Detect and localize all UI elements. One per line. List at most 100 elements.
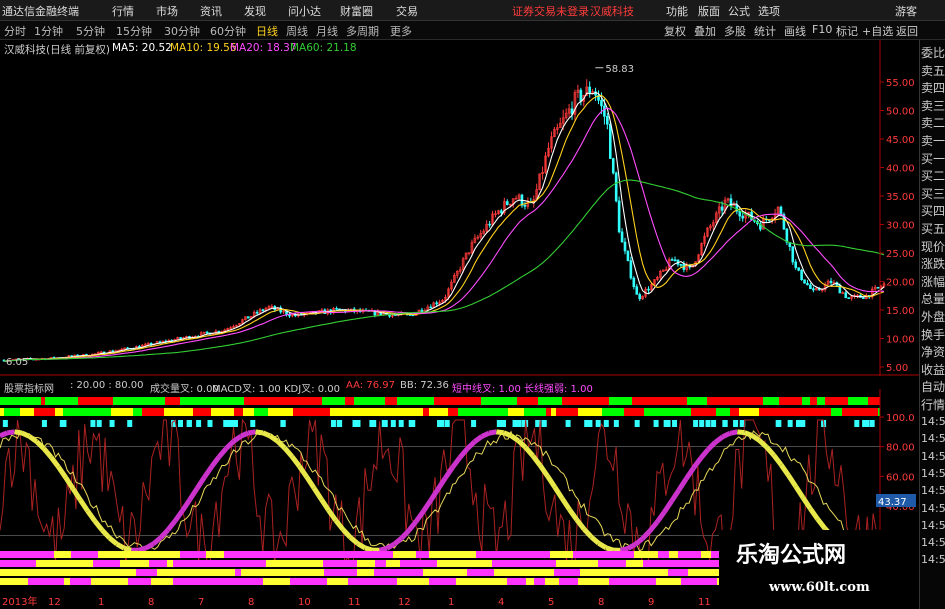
side-panel-item[interactable]: 14:50 [921,502,945,516]
side-panel-item[interactable]: 总量 [921,292,945,306]
stock-name-link[interactable]: 汉威科技 [590,3,634,19]
trend-band-segment [786,473,798,488]
bottom-signal-block [26,560,36,567]
side-panel-item[interactable]: 自动 [921,380,945,394]
menu-item-market[interactable]: 行情 [112,3,134,19]
side-panel-item[interactable]: 净资 [921,345,945,359]
signal-bar-b [578,408,602,416]
signal-marker [444,420,450,427]
tool-f10[interactable]: F10 [812,23,832,36]
side-panel-item[interactable]: 14:50 [921,553,945,567]
bottom-signal-block [429,551,455,558]
bottom-signal-block [554,569,580,576]
menu-item-markets[interactable]: 市场 [156,3,178,19]
side-panel-item[interactable]: 14:50 [921,467,945,481]
signal-bar-b [556,408,578,416]
bottom-signal-block [63,560,93,567]
side-panel-item[interactable]: 卖二 [921,116,945,130]
menu-item-options[interactable]: 选项 [758,3,780,19]
trend-band-segment [6,429,15,436]
side-panel-item[interactable]: 买四 [921,204,945,218]
side-panel-item[interactable]: 14:50 [921,432,945,446]
trend-band-segment [473,434,484,444]
signal-bar-b [293,408,313,416]
bottom-signal-block [188,569,199,576]
period-intraday[interactable]: 分时 [4,23,26,39]
trend-band-segment [450,455,462,469]
candlestick-chart[interactable]: 58.83 6.05 55.00 50.00 45.00 40.00 35.00 30.00 2… [0,40,919,376]
side-panel-item[interactable]: 买二 [921,169,945,183]
signal-bar-a [180,397,204,405]
period-15min[interactable]: 15分钟 [116,23,152,39]
menu-item-layout[interactable]: 版面 [698,3,720,19]
period-more[interactable]: 更多 [390,23,412,39]
signal-bar-a [458,397,476,405]
side-panel-item[interactable]: 14:50 [921,450,945,464]
bottom-signal-block [327,578,348,585]
side-panel-item[interactable]: 卖三 [921,99,945,113]
period-multi[interactable]: 多周期 [346,23,379,39]
side-panel-item[interactable]: 外盘 [921,310,945,324]
tool-adjust[interactable]: 复权 [664,23,686,39]
tool-draw[interactable]: 画线 [784,23,806,39]
period-30min[interactable]: 30分钟 [164,23,200,39]
menu-item-discover[interactable]: 发现 [244,3,266,19]
tool-multistock[interactable]: 多股 [724,23,746,39]
menu-item-ask[interactable]: 问小达 [288,3,321,19]
trade-login-warning[interactable]: 证券交易未登录 [512,3,589,19]
tool-mark[interactable]: 标记 [836,23,858,39]
period-1min[interactable]: 1分钟 [34,23,63,39]
signal-bar-a [481,397,504,405]
signal-bar-a [419,397,425,405]
period-5min[interactable]: 5分钟 [76,23,105,39]
menu-item-trade[interactable]: 交易 [396,3,418,19]
side-panel-item[interactable]: 换手 [921,328,945,342]
tool-back[interactable]: 返回 [896,23,918,39]
candle-body [629,260,633,279]
bottom-signal-block [437,560,451,567]
bottom-signal-block [395,569,423,576]
candle-body [635,286,639,295]
period-60min[interactable]: 60分钟 [210,23,246,39]
signal-marker [500,420,506,427]
period-weekly[interactable]: 周线 [286,23,308,39]
side-panel-item[interactable]: 14:50 [921,484,945,498]
side-panel-item[interactable]: 买一 [921,152,945,166]
side-panel-item[interactable]: 卖四 [921,81,945,95]
trend-band-segment [356,541,367,551]
candle-body [606,116,609,125]
side-panel-item[interactable]: 收益 [921,363,945,377]
menu-item-function[interactable]: 功能 [666,3,688,19]
bottom-signal-block [423,569,445,576]
signal-bar-b [771,408,792,416]
trend-band-segment [721,431,732,440]
trend-band-segment [165,519,178,532]
signal-bar-a [590,397,596,405]
menu-item-news[interactable]: 资讯 [200,3,222,19]
side-panel-item[interactable]: 行情 [921,398,945,412]
side-panel-item[interactable]: 涨跌 [921,257,945,271]
side-panel-item[interactable]: 现价 [921,240,945,254]
side-panel-item[interactable]: 卖一 [921,134,945,148]
signal-bar-a [397,397,419,405]
tool-stats[interactable]: 统计 [754,23,776,39]
side-panel-item[interactable]: 14:50 [921,519,945,533]
side-panel-item[interactable]: 委比 [921,46,945,60]
menu-item-wealth[interactable]: 财富圈 [340,3,373,19]
side-panel-item[interactable]: 买五 [921,222,945,236]
candle-body [673,259,677,262]
period-monthly[interactable]: 月线 [316,23,338,39]
side-panel-item[interactable]: 卖五 [921,64,945,78]
guest-user[interactable]: 游客 [895,3,917,19]
tool-overlay[interactable]: 叠加 [694,23,716,39]
menu-item-formula[interactable]: 公式 [728,3,750,19]
side-panel-item[interactable]: 14:50 [921,415,945,429]
side-panel-item[interactable]: 买三 [921,187,945,201]
signal-bar-a [434,397,458,405]
side-panel-item[interactable]: 14:50 [921,536,945,550]
tool-add-favorite[interactable]: +自选 [862,23,893,39]
signal-bar-a [19,397,41,405]
side-panel-item[interactable]: 涨幅 [921,275,945,289]
period-daily[interactable]: 日线 [256,23,278,39]
candle-body [255,311,259,314]
